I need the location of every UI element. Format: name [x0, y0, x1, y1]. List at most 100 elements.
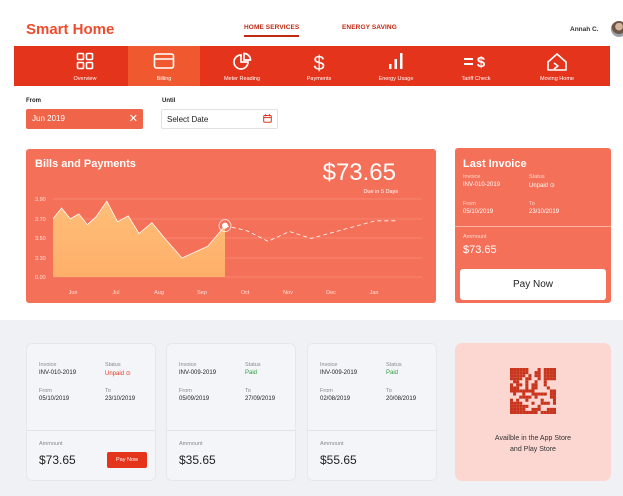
qr-module: [546, 410, 550, 414]
x-tick-label: Nov: [283, 290, 293, 296]
nav-label: Overview: [73, 76, 97, 82]
invoice-label: Invoice: [39, 362, 57, 368]
nav-label: Meter Reading: [223, 76, 261, 82]
dollar-icon: $: [313, 53, 324, 74]
amount-label: Ammount: [39, 441, 63, 447]
from-date-field[interactable]: Jun 2019 ✕: [26, 109, 143, 129]
qr-module: [534, 392, 538, 396]
qr-module: [534, 395, 538, 399]
qr-module: [519, 374, 523, 378]
qr-module: [528, 374, 532, 378]
qr-module: [549, 371, 553, 375]
avatar[interactable]: [611, 21, 623, 37]
qr-module: [525, 377, 529, 381]
logo[interactable]: Smart Home: [26, 21, 114, 38]
qr-module: [525, 395, 529, 399]
invoice-ticket[interactable]: Invoice INV-009-2019 Status Paid From 05…: [166, 343, 296, 481]
pay-now-button[interactable]: Pay Now: [460, 269, 606, 300]
qr-module: [525, 380, 529, 384]
qr-module: [528, 377, 532, 381]
pie-chart-icon: [233, 52, 252, 70]
qr-module: [543, 380, 547, 384]
qr-module: [543, 368, 547, 372]
status-label: Status: [105, 362, 121, 368]
grid-icon: [76, 52, 94, 70]
qr-module: [510, 374, 514, 378]
divider: [167, 430, 295, 431]
qr-module: [534, 407, 538, 411]
nav-item-tariff-check[interactable]: $ Tariff Check: [438, 46, 514, 86]
from-value: 05/10/2019: [39, 396, 70, 402]
qr-module: [516, 368, 520, 372]
amount-value: $73.65: [463, 244, 497, 256]
qr-module: [513, 386, 517, 390]
invoice-number: INV-010-2019: [463, 182, 501, 188]
qr-module: [531, 386, 535, 390]
qr-module: [543, 401, 547, 405]
from-date-value: Jun 2019: [32, 114, 65, 123]
amount-label: Ammount: [179, 441, 203, 447]
qr-module: [552, 407, 556, 411]
nav-item-moving-home[interactable]: Moving Home: [514, 46, 600, 86]
qr-module: [531, 410, 535, 414]
y-tick-label: 3.50: [35, 236, 46, 242]
chart-title: Bills and Payments: [35, 158, 136, 170]
nav-item-energy-usage[interactable]: Energy Usage: [354, 46, 438, 86]
qr-module: [540, 398, 544, 402]
qr-module: [510, 377, 514, 381]
qr-module: [513, 368, 517, 372]
nav-item-billing[interactable]: Billing: [128, 46, 200, 86]
link-energy-saving[interactable]: ENERGY SAVING: [342, 24, 397, 31]
invoice-ticket[interactable]: Invoice INV-009-2019 Status Paid From 02…: [307, 343, 437, 481]
qr-module: [516, 389, 520, 393]
qr-module: [516, 410, 520, 414]
qr-code-icon: [510, 368, 556, 414]
qr-module: [510, 389, 514, 393]
to-label: To: [386, 388, 392, 394]
nav-label: Tariff Check: [461, 76, 491, 82]
qr-module: [549, 392, 553, 396]
store-text-line: Availble in the App Store: [494, 435, 572, 442]
nav-item-payments[interactable]: $ Payments: [284, 46, 354, 86]
qr-module: [516, 398, 520, 402]
qr-module: [546, 407, 550, 411]
qr-module: [516, 374, 520, 378]
qr-module: [519, 395, 523, 399]
status-text: Unpaid: [105, 371, 125, 377]
qr-module: [546, 368, 550, 372]
qr-module: [537, 377, 541, 381]
app-store-card[interactable]: Availble in the App Store and Play Store: [455, 343, 611, 481]
qr-module: [534, 383, 538, 387]
clear-icon[interactable]: ✕: [129, 112, 138, 125]
y-tick-label: 3.90: [35, 197, 46, 203]
to-value: 23/10/2019: [105, 396, 136, 402]
qr-module: [546, 377, 550, 381]
invoice-label: Invoice: [320, 362, 338, 368]
until-date-field[interactable]: Select Date: [161, 109, 278, 129]
store-text-line: and Play Store: [510, 446, 556, 453]
nav-item-overview[interactable]: Overview: [42, 46, 128, 86]
qr-module: [519, 383, 523, 387]
status-value: Unpaid ⊙: [529, 182, 555, 189]
divider: [455, 226, 611, 227]
user-name[interactable]: Annah C.: [570, 26, 599, 33]
amount-label: Ammount: [320, 441, 344, 447]
calendar-icon[interactable]: [263, 114, 272, 123]
qr-module: [528, 410, 532, 414]
header: Smart Home HOME SERVICES ENERGY SAVING A…: [14, 12, 623, 46]
qr-module: [510, 398, 514, 402]
to-value: 20/08/2019: [386, 396, 417, 402]
invoice-ticket[interactable]: Invoice INV-010-2019 Status Unpaid ⊙ Fro…: [26, 343, 156, 481]
house-icon: [547, 53, 567, 71]
pay-now-button[interactable]: Pay Now: [107, 452, 147, 468]
qr-module: [546, 401, 550, 405]
nav-item-meter-reading[interactable]: Meter Reading: [200, 46, 284, 86]
qr-module: [513, 389, 517, 393]
chart-amount: $73.65: [322, 159, 396, 186]
qr-module: [531, 389, 535, 393]
qr-module: [513, 374, 517, 378]
link-home-services[interactable]: HOME SERVICES: [244, 24, 300, 37]
qr-module: [522, 404, 526, 408]
to-value: 27/09/2019: [245, 396, 276, 402]
qr-module: [543, 410, 547, 414]
